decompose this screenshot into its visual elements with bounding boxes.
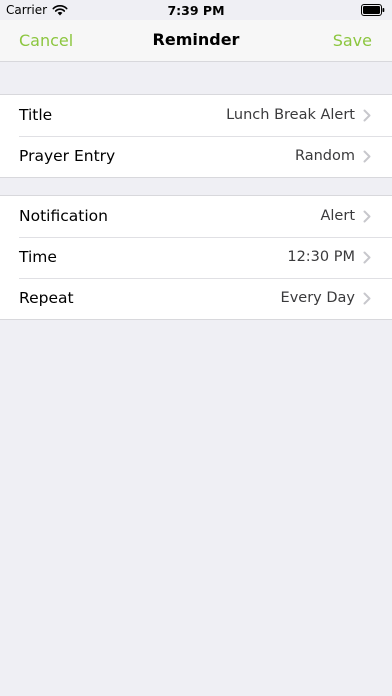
- row-label: Repeat: [19, 289, 74, 307]
- schedule-section: Notification Alert Time 12:30 PM Repeat …: [0, 195, 392, 320]
- chevron-right-icon: [363, 109, 371, 122]
- prayer-entry-row[interactable]: Prayer Entry Random: [0, 136, 392, 177]
- row-label: Notification: [19, 207, 108, 225]
- chevron-right-icon: [363, 251, 371, 264]
- reminder-details-section: Title Lunch Break Alert Prayer Entry Ran…: [0, 94, 392, 178]
- battery-full-icon: [361, 4, 385, 16]
- chevron-right-icon: [363, 210, 371, 223]
- title-row[interactable]: Title Lunch Break Alert: [0, 95, 392, 136]
- row-label: Prayer Entry: [19, 147, 116, 165]
- chevron-right-icon: [363, 150, 371, 163]
- row-label: Title: [19, 106, 53, 124]
- notification-row[interactable]: Notification Alert: [0, 196, 392, 237]
- row-value: Lunch Break Alert: [226, 107, 355, 123]
- row-value: Random: [294, 148, 355, 164]
- time-row[interactable]: Time 12:30 PM: [0, 237, 392, 278]
- chevron-right-icon: [363, 292, 371, 305]
- status-time: 7:39 PM: [167, 3, 225, 18]
- navigation-bar: Cancel Reminder Save: [0, 20, 392, 62]
- row-value: Every Day: [280, 290, 355, 306]
- row-label: Time: [19, 248, 57, 266]
- status-bar: Carrier 7:39 PM: [0, 0, 392, 20]
- row-value: Alert: [320, 208, 355, 224]
- repeat-row[interactable]: Repeat Every Day: [0, 278, 392, 319]
- row-value: 12:30 PM: [287, 249, 355, 265]
- save-button[interactable]: Save: [333, 31, 372, 50]
